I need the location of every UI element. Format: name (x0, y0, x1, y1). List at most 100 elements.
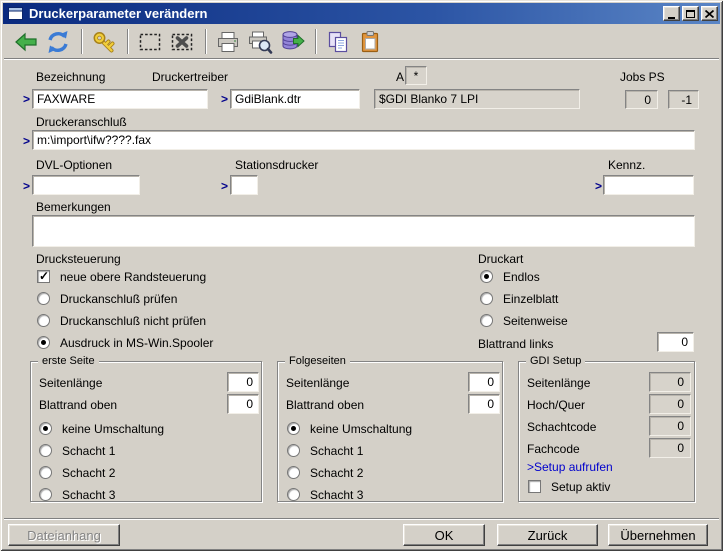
radio-icon (37, 314, 50, 327)
app-icon (8, 7, 23, 20)
erste-seite-seitenlaenge-input[interactable] (227, 372, 259, 392)
radio-icon (480, 292, 493, 305)
radio-ausdruck-ms-win-spooler[interactable]: Ausdruck in MS-Win.Spooler (37, 335, 213, 350)
option-label: Ausdruck in MS-Win.Spooler (60, 336, 213, 350)
ps-field: -1 (668, 90, 699, 109)
dateianhang-button: Dateianhang (8, 524, 120, 546)
toolbar-divider (4, 58, 719, 60)
refresh-icon (45, 29, 71, 55)
selection-delete-icon (169, 29, 195, 55)
radio-icon (37, 292, 50, 305)
radio-icon (480, 314, 493, 327)
minimize-button[interactable] (663, 6, 680, 21)
back-icon (13, 29, 39, 55)
group-erste-seite-title: erste Seite (38, 355, 99, 367)
back-button[interactable] (11, 28, 40, 56)
radio-icon (287, 466, 300, 479)
blattrand-oben-label: Blattrand oben (39, 398, 117, 412)
folgeseiten-blattrand-oben-input[interactable] (468, 394, 500, 414)
window-title: Druckerparameter verändern (29, 6, 661, 21)
checkbox-setup-aktiv[interactable]: Setup aktiv (528, 479, 610, 494)
print-preview-button[interactable] (245, 28, 274, 56)
folgeseiten-seitenlaenge-input[interactable] (468, 372, 500, 392)
option-label: keine Umschaltung (62, 422, 164, 436)
print-button[interactable] (213, 28, 242, 56)
radio-icon (287, 488, 300, 501)
group-gdi-setup: GDI Setup Seitenlänge 0 Hoch/Quer 0 Scha… (518, 361, 695, 502)
druckertreiber-label: Druckertreiber (152, 70, 228, 84)
option-label: Endlos (503, 270, 540, 284)
option-label: Schacht 3 (62, 488, 115, 502)
erste-seite-blattrand-oben-input[interactable] (227, 394, 259, 414)
dvl-optionen-input[interactable] (32, 175, 140, 195)
druckeranschluss-input[interactable] (32, 130, 695, 150)
druckeranschluss-prompt: > (23, 134, 30, 148)
group-erste-seite: erste Seite Seitenlänge Blattrand oben k… (30, 361, 262, 502)
key-button[interactable] (89, 28, 118, 56)
minimize-icon (668, 17, 675, 19)
option-label: Seitenweise (503, 314, 568, 328)
option-label: Einzelblatt (503, 292, 558, 306)
titlebar[interactable]: Druckerparameter verändern (3, 3, 720, 24)
stationsdrucker-label: Stationsdrucker (235, 158, 318, 172)
jobs-field: 0 (625, 90, 658, 109)
radio-icon (287, 444, 300, 457)
option-label: keine Umschaltung (310, 422, 412, 436)
druckertreiber-input[interactable] (230, 89, 360, 109)
radio-druckanschluss-pruefen[interactable]: Druckanschluß prüfen (37, 291, 177, 306)
gdi-seitenlaenge-field: 0 (649, 372, 691, 392)
kennz-input[interactable] (603, 175, 694, 195)
option-label: Setup aktiv (551, 480, 610, 494)
gdi-hoch-quer-label: Hoch/Quer (527, 398, 585, 412)
radio-erste-schacht-1[interactable]: Schacht 1 (39, 443, 115, 458)
radio-erste-keine-umschaltung[interactable]: keine Umschaltung (39, 421, 164, 436)
kennz-prompt: > (595, 179, 602, 193)
option-label: Schacht 2 (310, 466, 363, 480)
close-icon (705, 10, 714, 18)
gdi-schachtcode-field: 0 (649, 416, 691, 436)
paste-button[interactable] (355, 28, 384, 56)
maximize-button[interactable] (682, 6, 699, 21)
radio-folge-keine-umschaltung[interactable]: keine Umschaltung (287, 421, 412, 436)
radio-erste-schacht-3[interactable]: Schacht 3 (39, 487, 115, 502)
maximize-icon (686, 10, 695, 18)
radio-icon (39, 466, 52, 479)
bemerkungen-input[interactable] (32, 215, 695, 247)
refresh-button[interactable] (43, 28, 72, 56)
print-preview-icon (247, 29, 273, 55)
radio-folge-schacht-2[interactable]: Schacht 2 (287, 465, 363, 480)
zurueck-button[interactable]: Zurück (497, 524, 598, 546)
radio-icon (287, 422, 300, 435)
druckeranschluss-label: Druckeranschluß (36, 115, 127, 129)
paste-icon (357, 29, 383, 55)
copy-button[interactable] (323, 28, 352, 56)
radio-erste-schacht-2[interactable]: Schacht 2 (39, 465, 115, 480)
checkbox-icon (37, 270, 50, 283)
bezeichnung-input[interactable] (32, 89, 208, 109)
clear-selection-button[interactable] (167, 28, 196, 56)
blattrand-links-input[interactable] (657, 332, 694, 352)
radio-druckanschluss-nicht-pruefen[interactable]: Druckanschluß nicht prüfen (37, 313, 206, 328)
checkbox-neue-obere-randsteuerung[interactable]: neue obere Randsteuerung (37, 269, 206, 284)
setup-aufrufen-link[interactable]: >Setup aufrufen (527, 460, 613, 474)
radio-icon (39, 444, 52, 457)
ok-button[interactable]: OK (403, 524, 485, 546)
radio-endlos[interactable]: Endlos (480, 269, 540, 284)
radio-seitenweise[interactable]: Seitenweise (480, 313, 568, 328)
uebernehmen-button[interactable]: Übernehmen (608, 524, 708, 546)
radio-einzelblatt[interactable]: Einzelblatt (480, 291, 558, 306)
select-button[interactable] (135, 28, 164, 56)
radio-folge-schacht-1[interactable]: Schacht 1 (287, 443, 363, 458)
toolbar-separator (127, 29, 129, 54)
radio-icon (39, 488, 52, 501)
gdi-fachcode-field: 0 (649, 438, 691, 458)
group-folgeseiten: Folgeseiten Seitenlänge Blattrand oben k… (277, 361, 503, 502)
database-export-button[interactable] (277, 28, 306, 56)
option-label: neue obere Randsteuerung (60, 270, 206, 284)
stationsdrucker-input[interactable] (230, 175, 258, 195)
database-export-icon (279, 29, 305, 55)
close-button[interactable] (701, 6, 718, 21)
drucksteuerung-label: Drucksteuerung (36, 252, 121, 266)
radio-folge-schacht-3[interactable]: Schacht 3 (287, 487, 363, 502)
option-label: Schacht 1 (62, 444, 115, 458)
